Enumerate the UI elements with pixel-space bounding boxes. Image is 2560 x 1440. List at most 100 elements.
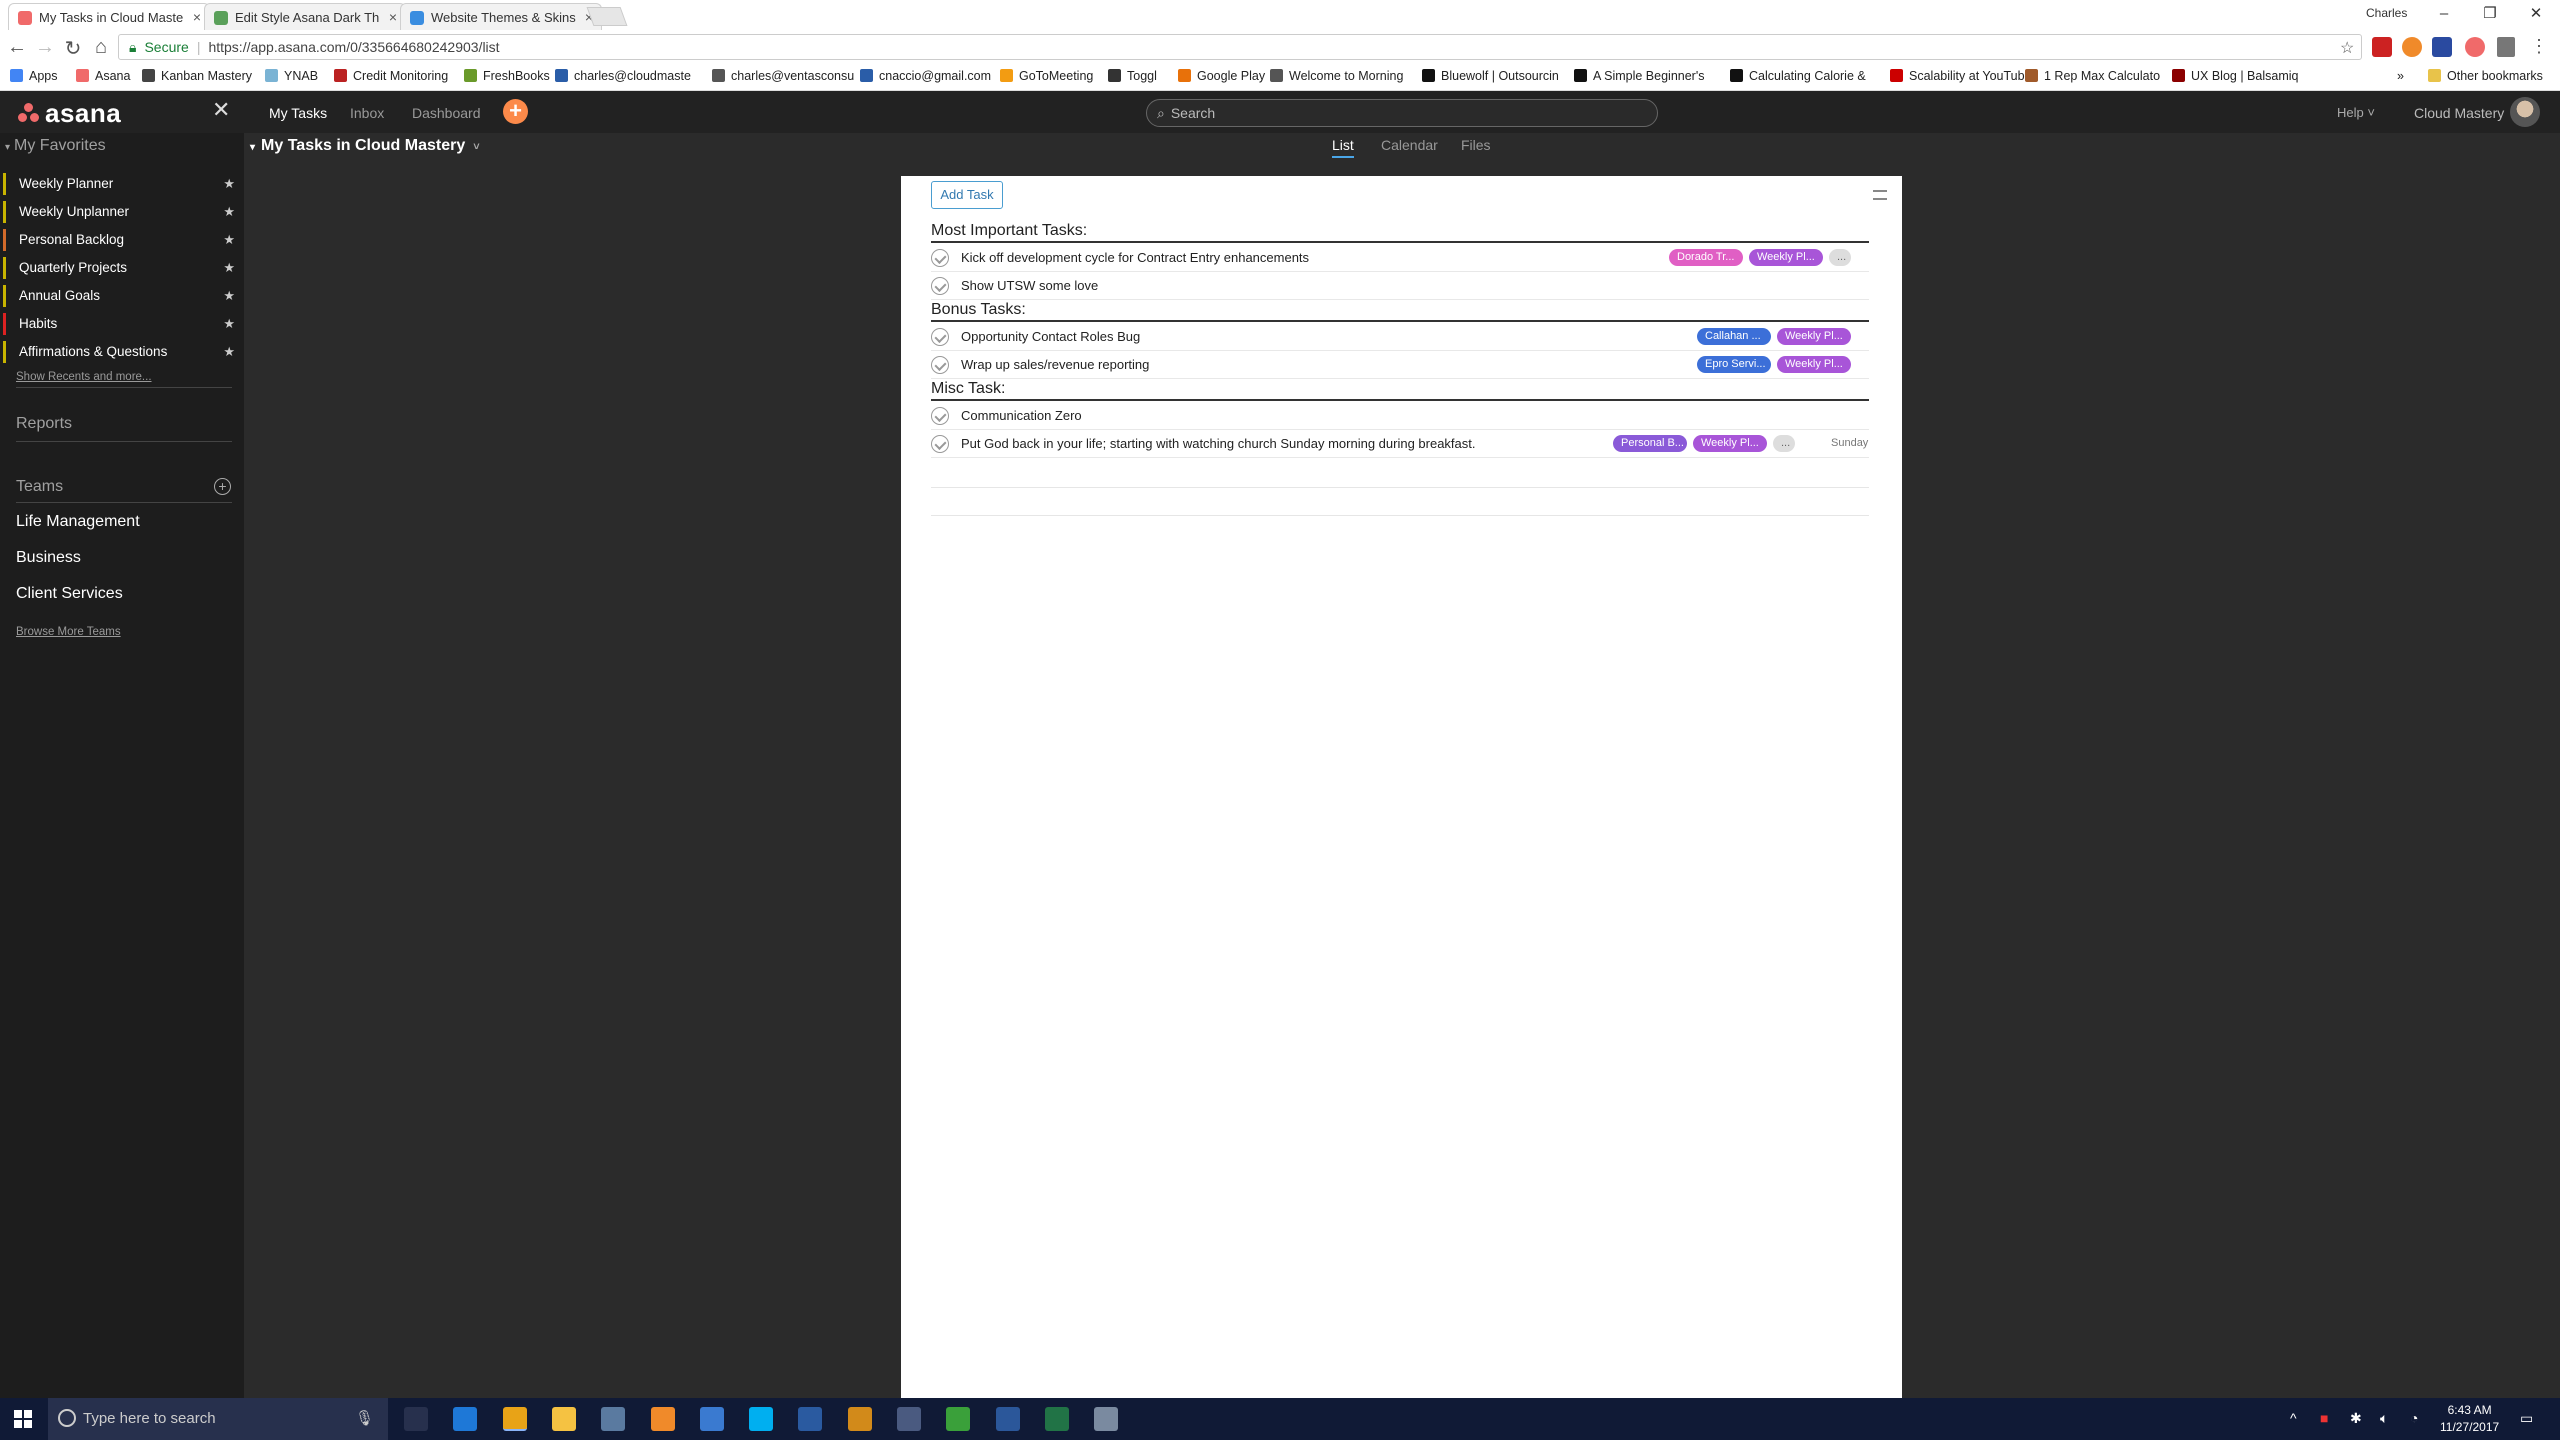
project-tag[interactable]: Weekly Pl...: [1693, 435, 1767, 452]
view-tab-files[interactable]: Files: [1461, 137, 1491, 153]
bookmark-item[interactable]: GoToMeeting: [1000, 69, 1093, 83]
file-explorer-icon[interactable]: [551, 1407, 576, 1431]
project-tag[interactable]: ...: [1773, 435, 1795, 452]
home-icon[interactable]: ⌂: [90, 36, 112, 59]
star-icon[interactable]: ★: [223, 204, 235, 220]
extension-icon[interactable]: [2465, 37, 2485, 57]
windows-start-icon[interactable]: [14, 1410, 32, 1428]
task-row[interactable]: Put God back in your life; starting with…: [931, 430, 1869, 458]
edge-icon[interactable]: [453, 1407, 478, 1431]
show-recents-link[interactable]: Show Recents and more...: [16, 371, 152, 383]
star-icon[interactable]: ★: [223, 344, 235, 360]
nav-tab-my-tasks[interactable]: My Tasks: [269, 105, 327, 121]
volume-icon[interactable]: 🔈︎: [2380, 1410, 2388, 1427]
sublime-icon[interactable]: [847, 1407, 872, 1431]
bookmark-item[interactable]: Asana: [76, 69, 130, 83]
bookmark-star-icon[interactable]: ☆: [2340, 38, 2354, 58]
network-icon[interactable]: ◔: [2410, 1410, 2418, 1426]
task-row[interactable]: Opportunity Contact Roles Bug Weekly Pl..…: [931, 323, 1869, 351]
empty-task-row[interactable]: [931, 515, 1869, 516]
project-tag[interactable]: Personal B...: [1613, 435, 1687, 452]
reload-icon[interactable]: ↻: [62, 36, 84, 61]
complete-checkbox[interactable]: [931, 435, 949, 453]
team-item[interactable]: Life Management: [16, 513, 140, 531]
project-tag[interactable]: Weekly Pl...: [1777, 356, 1851, 373]
bookmark-item[interactable]: cnaccio@gmail.com: [860, 69, 991, 83]
task-name[interactable]: Show UTSW some love: [961, 278, 1098, 293]
complete-checkbox[interactable]: [931, 277, 949, 295]
calculator-icon[interactable]: [897, 1407, 921, 1431]
powershell-icon[interactable]: [798, 1407, 823, 1431]
section-header[interactable]: Most Important Tasks:: [931, 222, 1869, 243]
favorite-item[interactable]: Weekly Unplanner ★: [3, 201, 235, 223]
bookmark-item[interactable]: Google Play: [1178, 69, 1265, 83]
app-icon[interactable]: [601, 1407, 626, 1431]
task-name[interactable]: Put God back in your life; starting with…: [961, 436, 1476, 451]
browser-menu-icon[interactable]: ⋮: [2530, 36, 2548, 57]
bookmark-item[interactable]: charles@ventasconsu: [712, 69, 854, 83]
bookmark-item[interactable]: A Simple Beginner's: [1574, 69, 1704, 83]
other-bookmarks[interactable]: Other bookmarks: [2428, 69, 2543, 83]
extension-icon[interactable]: [2372, 37, 2392, 57]
app-icon[interactable]: [946, 1407, 971, 1431]
complete-checkbox[interactable]: [931, 328, 949, 346]
favorite-item[interactable]: Weekly Planner ★: [3, 173, 235, 195]
organization-switcher[interactable]: Cloud Mastery: [2414, 105, 2504, 121]
bookmark-item[interactable]: YNAB: [265, 69, 318, 83]
close-tab-icon[interactable]: ×: [389, 9, 397, 25]
collapse-sidebar-icon[interactable]: ✕: [212, 97, 230, 123]
profile-badge[interactable]: Charles: [2366, 6, 2407, 20]
complete-checkbox[interactable]: [931, 356, 949, 374]
close-tab-icon[interactable]: ×: [193, 9, 201, 25]
app-icon[interactable]: [699, 1407, 724, 1431]
bookmark-item[interactable]: Welcome to Morning: [1270, 69, 1403, 83]
new-tab-button[interactable]: [586, 7, 628, 26]
app-icon[interactable]: [1094, 1407, 1119, 1431]
team-item[interactable]: Client Services: [16, 585, 123, 603]
project-tag[interactable]: Callahan ...: [1697, 328, 1771, 345]
nav-tab-inbox[interactable]: Inbox: [350, 105, 384, 121]
word-icon[interactable]: [995, 1407, 1020, 1431]
task-view-icon[interactable]: [404, 1407, 428, 1431]
task-name[interactable]: Opportunity Contact Roles Bug: [961, 329, 1140, 344]
app-icon[interactable]: [650, 1407, 675, 1431]
bookmark-item[interactable]: charles@cloudmaste: [555, 69, 691, 83]
project-tag[interactable]: ...: [1829, 249, 1851, 266]
team-item[interactable]: Business: [16, 549, 81, 567]
due-date[interactable]: Sunday: [1831, 437, 1868, 449]
favorite-item[interactable]: Affirmations & Questions ★: [3, 341, 235, 363]
view-tab-list[interactable]: List: [1332, 137, 1354, 158]
notifications-icon[interactable]: ▭: [2520, 1410, 2533, 1427]
taskbar-search-input[interactable]: Type here to search 🎙︎: [48, 1398, 388, 1440]
project-tag[interactable]: Dorado Tr...: [1669, 249, 1743, 266]
bookmark-item[interactable]: Apps: [10, 69, 58, 83]
star-icon[interactable]: ★: [223, 288, 235, 304]
task-name[interactable]: Communication Zero: [961, 408, 1082, 423]
section-header[interactable]: Misc Task:: [931, 380, 1869, 401]
star-icon[interactable]: ★: [223, 232, 235, 248]
browser-tab[interactable]: Website Themes & Skins ×: [400, 3, 602, 30]
bookmark-item[interactable]: 1 Rep Max Calculato: [2025, 69, 2160, 83]
task-name[interactable]: Kick off development cycle for Contract …: [961, 250, 1309, 265]
bookmark-item[interactable]: Toggl: [1108, 69, 1157, 83]
chevron-down-icon[interactable]: ˅: [473, 141, 479, 153]
chrome-icon[interactable]: [502, 1407, 527, 1431]
browse-teams-link[interactable]: Browse More Teams: [16, 626, 121, 638]
restore-button[interactable]: ❐: [2467, 0, 2513, 30]
quick-add-button[interactable]: +: [503, 99, 528, 124]
bookmark-item[interactable]: UX Blog | Balsamiq: [2172, 69, 2298, 83]
extension-icon[interactable]: [2497, 37, 2515, 57]
extension-icon[interactable]: [2402, 37, 2422, 57]
bookmark-item[interactable]: Credit Monitoring: [334, 69, 448, 83]
task-name[interactable]: Wrap up sales/revenue reporting: [961, 357, 1149, 372]
favorite-item[interactable]: Annual Goals ★: [3, 285, 235, 307]
search-input[interactable]: ⌕ Search: [1146, 99, 1658, 127]
task-row[interactable]: Kick off development cycle for Contract …: [931, 244, 1869, 272]
add-task-button[interactable]: Add Task: [931, 181, 1003, 209]
task-row[interactable]: Show UTSW some love: [931, 272, 1869, 300]
browser-tab[interactable]: Edit Style Asana Dark Th ×: [204, 3, 406, 30]
bookmark-item[interactable]: Kanban Mastery: [142, 69, 252, 83]
project-tag[interactable]: Weekly Pl...: [1777, 328, 1851, 345]
task-row[interactable]: Wrap up sales/revenue reporting Weekly Pl…: [931, 351, 1869, 379]
empty-task-row[interactable]: [931, 487, 1869, 488]
